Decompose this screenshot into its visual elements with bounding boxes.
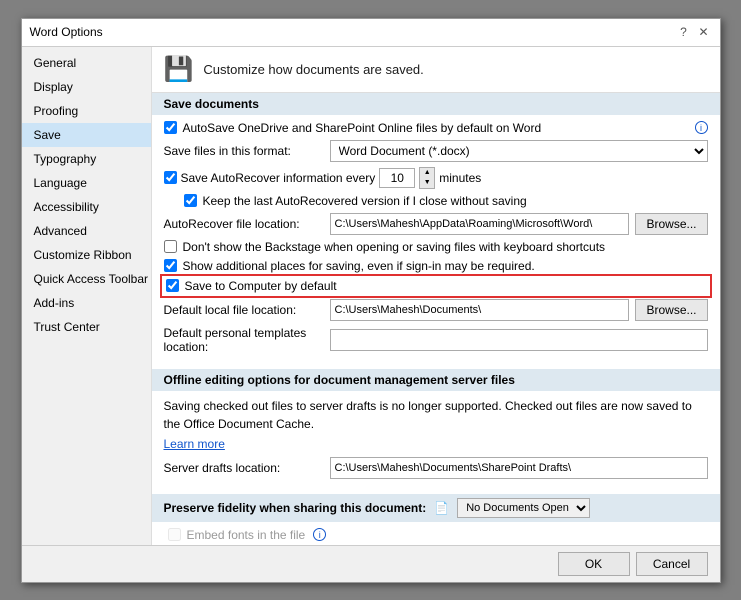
default-local-label: Default local file location: <box>164 303 324 317</box>
backstage-checkbox[interactable] <box>164 240 177 253</box>
save-computer-label: Save to Computer by default <box>185 279 337 293</box>
dialog-body: General Display Proofing Save Typography… <box>22 47 720 545</box>
sidebar-item-general[interactable]: General <box>22 51 151 75</box>
offline-section-header: Offline editing options for document man… <box>152 369 720 391</box>
default-templates-row: Default personal templates location: <box>164 326 708 354</box>
fidelity-header: Preserve fidelity when sharing this docu… <box>152 494 720 522</box>
autorecover-minutes-input[interactable] <box>379 168 415 188</box>
sidebar: General Display Proofing Save Typography… <box>22 47 152 545</box>
help-button[interactable]: ? <box>676 24 692 40</box>
sidebar-item-addins[interactable]: Add-ins <box>22 291 151 315</box>
backstage-label: Don't show the Backstage when opening or… <box>183 240 708 254</box>
format-label: Save files in this format: <box>164 144 324 158</box>
browse-local-button[interactable]: Browse... <box>635 299 707 321</box>
server-drafts-label: Server drafts location: <box>164 461 324 475</box>
header-description: Customize how documents are saved. <box>203 62 423 77</box>
save-header-icon: 💾 <box>164 55 194 84</box>
additional-places-row: Show additional places for saving, even … <box>164 259 708 273</box>
embed-fonts-label: Embed fonts in the file <box>187 528 306 542</box>
dialog-title: Word Options <box>30 25 103 39</box>
save-computer-checkbox[interactable] <box>166 279 179 292</box>
minutes-up-button[interactable]: ▲ <box>420 168 434 178</box>
ok-button[interactable]: OK <box>558 552 630 576</box>
offline-section: Offline editing options for document man… <box>152 369 720 490</box>
autosave-label: AutoSave OneDrive and SharePoint Online … <box>183 121 687 135</box>
close-button[interactable]: ✕ <box>696 24 712 40</box>
sidebar-item-display[interactable]: Display <box>22 75 151 99</box>
main-content: 💾 Customize how documents are saved. Sav… <box>152 47 720 545</box>
embed-fonts-row: Embed fonts in the file i <box>164 528 708 542</box>
browse-autorecover-button[interactable]: Browse... <box>635 213 707 235</box>
sidebar-item-accessibility[interactable]: Accessibility <box>22 195 151 219</box>
embed-fonts-info-icon[interactable]: i <box>313 528 326 541</box>
sidebar-item-advanced[interactable]: Advanced <box>22 219 151 243</box>
server-drafts-row: Server drafts location: <box>164 457 708 479</box>
keep-last-checkbox[interactable] <box>184 194 197 207</box>
format-row: Save files in this format: Word Document… <box>164 140 708 162</box>
autorecover-location-label: AutoRecover file location: <box>164 217 324 231</box>
fidelity-section: Preserve fidelity when sharing this docu… <box>152 494 720 545</box>
sidebar-item-save[interactable]: Save <box>22 123 151 147</box>
save-documents-section: Save documents AutoSave OneDrive and Sha… <box>152 93 720 365</box>
keep-last-label: Keep the last AutoRecovered version if I… <box>203 194 708 208</box>
additional-places-checkbox[interactable] <box>164 259 177 272</box>
autosave-row: AutoSave OneDrive and SharePoint Online … <box>164 121 708 135</box>
save-documents-header: Save documents <box>152 93 720 115</box>
sidebar-item-customize-ribbon[interactable]: Customize Ribbon <box>22 243 151 267</box>
content-header: 💾 Customize how documents are saved. <box>152 47 720 93</box>
save-computer-row: Save to Computer by default <box>164 278 708 294</box>
autorecover-checkbox[interactable] <box>164 171 177 184</box>
backstage-row: Don't show the Backstage when opening or… <box>164 240 708 254</box>
fidelity-header-label: Preserve fidelity when sharing this docu… <box>164 501 427 515</box>
default-local-input[interactable] <box>330 299 630 321</box>
learn-more-link[interactable]: Learn more <box>164 437 225 451</box>
offline-description: Saving checked out files to server draft… <box>164 397 708 433</box>
autorecover-row: Save AutoRecover information every ▲ ▼ m… <box>164 167 708 189</box>
content-scroll[interactable]: Save documents AutoSave OneDrive and Sha… <box>152 93 720 545</box>
fidelity-document-select[interactable]: No Documents Open <box>457 498 590 518</box>
default-local-row: Default local file location: Browse... <box>164 299 708 321</box>
document-icon: 📄 <box>434 501 449 515</box>
sidebar-item-language[interactable]: Language <box>22 171 151 195</box>
minutes-spinner: ▲ ▼ <box>419 167 435 189</box>
cancel-button[interactable]: Cancel <box>636 552 708 576</box>
autorecover-label: Save AutoRecover information every <box>181 171 376 185</box>
minutes-down-button[interactable]: ▼ <box>420 178 434 188</box>
autorecover-location-input[interactable] <box>330 213 630 235</box>
keep-last-row: Keep the last AutoRecovered version if I… <box>164 194 708 208</box>
default-templates-input[interactable] <box>330 329 708 351</box>
sidebar-item-quick-access[interactable]: Quick Access Toolbar <box>22 267 151 291</box>
autosave-info-icon[interactable]: i <box>695 121 708 134</box>
format-select[interactable]: Word Document (*.docx) <box>330 140 708 162</box>
title-buttons: ? ✕ <box>676 24 712 40</box>
sidebar-item-proofing[interactable]: Proofing <box>22 99 151 123</box>
embed-fonts-checkbox <box>168 528 181 541</box>
word-options-dialog: Word Options ? ✕ General Display Proofin… <box>21 18 721 583</box>
default-templates-label: Default personal templates location: <box>164 326 324 354</box>
autorecover-location-row: AutoRecover file location: Browse... <box>164 213 708 235</box>
autosave-checkbox[interactable] <box>164 121 177 134</box>
dialog-footer: OK Cancel <box>22 545 720 582</box>
sidebar-item-typography[interactable]: Typography <box>22 147 151 171</box>
title-bar: Word Options ? ✕ <box>22 19 720 47</box>
autorecover-unit: minutes <box>439 171 481 185</box>
server-drafts-input[interactable] <box>330 457 708 479</box>
additional-places-label: Show additional places for saving, even … <box>183 259 708 273</box>
sidebar-item-trust-center[interactable]: Trust Center <box>22 315 151 339</box>
